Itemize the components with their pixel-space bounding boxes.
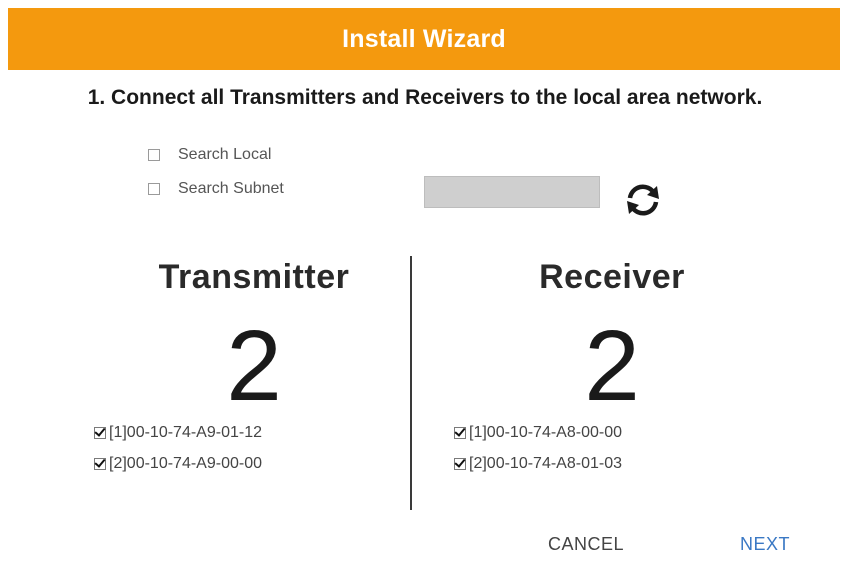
transmitter-count: 2 xyxy=(226,310,282,422)
search-subnet-checkbox[interactable] xyxy=(148,183,160,195)
refresh-icon xyxy=(627,184,659,216)
receiver-device-item[interactable]: [2]00-10-74-A8-01-03 xyxy=(454,455,622,473)
receiver-device-checkbox[interactable] xyxy=(454,427,466,439)
receiver-device-label: [1]00-10-74-A8-00-00 xyxy=(469,424,622,441)
transmitter-device-item[interactable]: [1]00-10-74-A9-01-12 xyxy=(94,424,262,442)
transmitter-title: Transmitter xyxy=(158,258,350,296)
wizard-header: Install Wizard xyxy=(8,8,840,70)
transmitter-device-checkbox[interactable] xyxy=(94,427,106,439)
transmitter-device-label: [1]00-10-74-A9-01-12 xyxy=(109,424,262,441)
step-instruction: 1. Connect all Transmitters and Receiver… xyxy=(87,86,763,109)
subnet-input[interactable] xyxy=(424,176,600,208)
search-local-checkbox[interactable] xyxy=(148,149,160,161)
wizard-title: Install Wizard xyxy=(342,24,506,53)
search-subnet-option[interactable]: Search Subnet xyxy=(148,180,284,198)
receiver-count: 2 xyxy=(584,310,640,422)
transmitter-device-list: [1]00-10-74-A9-01-12 [2]00-10-74-A9-00-0… xyxy=(94,424,262,473)
receiver-device-label: [2]00-10-74-A8-01-03 xyxy=(469,455,622,472)
transmitter-device-label: [2]00-10-74-A9-00-00 xyxy=(109,455,262,472)
search-local-option[interactable]: Search Local xyxy=(148,146,271,164)
next-button[interactable]: NEXT xyxy=(740,534,790,555)
refresh-button[interactable] xyxy=(620,180,666,220)
transmitter-device-item[interactable]: [2]00-10-74-A9-00-00 xyxy=(94,455,262,473)
column-divider xyxy=(410,256,412,510)
receiver-title: Receiver xyxy=(539,258,685,296)
receiver-device-list: [1]00-10-74-A8-00-00 [2]00-10-74-A8-01-0… xyxy=(454,424,622,473)
receiver-device-item[interactable]: [1]00-10-74-A8-00-00 xyxy=(454,424,622,442)
search-subnet-label: Search Subnet xyxy=(178,180,284,197)
cancel-button[interactable]: CANCEL xyxy=(548,534,624,555)
receiver-device-checkbox[interactable] xyxy=(454,458,466,470)
search-local-label: Search Local xyxy=(178,146,272,163)
transmitter-device-checkbox[interactable] xyxy=(94,458,106,470)
